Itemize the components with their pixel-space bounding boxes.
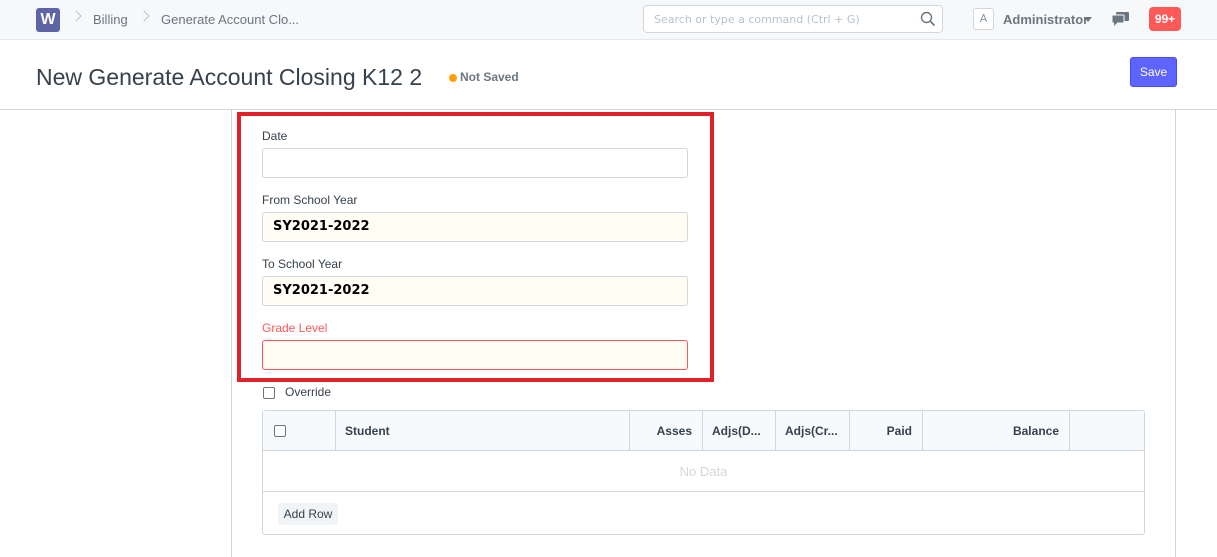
to-school-year-label: To School Year [262,257,343,271]
override-checkbox[interactable] [263,387,275,399]
student-grid: Student Asses Adjs(D... Adjs(Cr... Paid … [262,410,1145,535]
navbar: W Billing Generate Account Clo... Search… [0,0,1217,40]
avatar[interactable]: A [973,8,994,30]
to-school-year-field[interactable]: SY2021-2022 [262,276,688,306]
caret-down-icon[interactable] [1084,17,1092,22]
from-school-year-field[interactable]: SY2021-2022 [262,212,688,242]
select-all-checkbox[interactable] [274,425,286,437]
app-logo[interactable]: W [36,8,60,32]
status-badge: Not Saved [460,70,519,84]
add-row-button[interactable]: Add Row [278,503,338,525]
grid-header: Student Asses Adjs(D... Adjs(Cr... Paid … [263,411,1144,451]
override-label: Override [285,385,332,399]
grid-empty-message: No Data [263,451,1144,492]
grade-level-field[interactable] [262,340,688,370]
column-paid[interactable]: Paid [850,411,923,451]
chevron-right-icon [70,10,82,22]
grade-level-label: Grade Level [262,321,328,335]
column-asses[interactable]: Asses [630,411,703,451]
from-school-year-label: From School Year [262,193,358,207]
chevron-right-icon [138,10,150,22]
page-title: New Generate Account Closing K12 2 [36,64,423,90]
search-icon [920,11,936,27]
column-adjs-credit[interactable]: Adjs(Cr... [776,411,850,451]
breadcrumb-current[interactable]: Generate Account Clo... [161,12,299,27]
grid-settings-cell [1070,411,1144,451]
breadcrumb-billing[interactable]: Billing [93,12,128,27]
date-field[interactable] [262,148,688,178]
column-adjs-debit[interactable]: Adjs(D... [703,411,776,451]
save-button[interactable]: Save [1130,57,1177,87]
column-balance[interactable]: Balance [923,411,1070,451]
date-label: Date [262,129,288,143]
status-indicator-dot [449,74,457,82]
page-head: New Generate Account Closing K12 2 Not S… [0,41,1217,110]
chat-icon[interactable] [1112,12,1129,26]
notification-badge[interactable]: 99+ [1149,7,1181,31]
grid-select-all-cell [263,411,336,451]
search-input[interactable]: Search or type a command (Ctrl + G) [643,5,943,33]
user-menu[interactable]: Administrator [1003,12,1088,27]
column-student[interactable]: Student [336,411,630,451]
search-placeholder: Search or type a command (Ctrl + G) [654,13,860,26]
